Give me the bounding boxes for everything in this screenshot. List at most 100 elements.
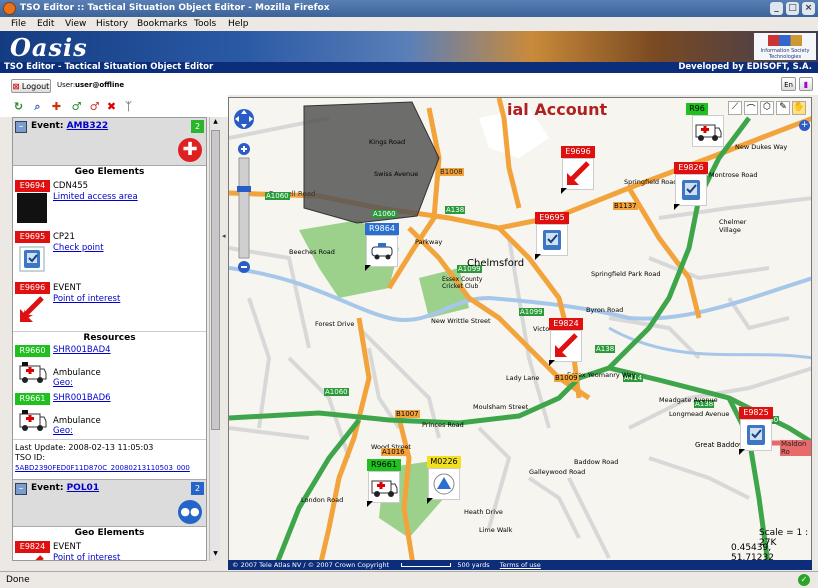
event-count-badge: 2 (191, 120, 204, 133)
map-label: Heath Drive (464, 508, 503, 516)
event-id-link[interactable]: POL01 (67, 483, 100, 493)
geo-name: EVENT (53, 283, 82, 293)
zoom-event-icon[interactable]: ⌕ (31, 100, 44, 113)
geo-element-item: E9696 EVENT Point of interest (13, 280, 206, 331)
red-arrow-icon (562, 158, 594, 190)
layers-plus-icon[interactable]: + (799, 120, 810, 131)
geo-link[interactable]: Point of interest (53, 294, 120, 304)
map-label: London Road (301, 496, 344, 504)
marker-code: E9695 (535, 212, 569, 224)
map-label: New Dukes Way (735, 143, 788, 151)
red-arrow-icon (550, 330, 582, 362)
app-title: TSO Editor - Tactical Situation Object E… (4, 62, 214, 72)
collapse-button[interactable]: – (15, 483, 27, 495)
checkpoint-icon (675, 174, 707, 206)
map-copyright-bar: © 2007 Tele Atlas NV / © 2007 Crown Copy… (228, 560, 812, 570)
map-label: Beeches Road (289, 248, 335, 256)
menu-bookmarks[interactable]: Bookmarks (137, 17, 187, 31)
checkpoint-icon (17, 244, 47, 274)
resources-title: Resources (13, 331, 206, 343)
tactical-map[interactable]: ial Account Roxwell Road A1060 A1060 A13… (228, 97, 812, 570)
collapse-button[interactable]: – (15, 121, 27, 133)
menu-file[interactable]: File (11, 17, 26, 31)
marker-code: R9661 (367, 459, 401, 471)
geo-element-item: E9824 EVENT Point of interest (13, 539, 206, 560)
map-label: Kings Road (369, 138, 406, 146)
scroll-down-icon[interactable]: ▼ (211, 550, 220, 560)
scroll-up-icon[interactable]: ▲ (211, 118, 220, 128)
pan-hand-icon[interactable]: ✋ (792, 101, 806, 115)
status-bar: Done ✓ (0, 571, 818, 588)
geo-code-badge: E9694 (15, 180, 50, 192)
event-label: Event: (31, 121, 64, 131)
geo-name: CP21 (53, 232, 75, 242)
resource-name: Ambulance (53, 368, 101, 378)
draw-line-icon[interactable]: ⌒ (744, 101, 758, 115)
geo-name: EVENT (53, 542, 82, 552)
map-label: Parkway (415, 238, 443, 246)
geo-link[interactable]: Point of interest (53, 553, 120, 560)
copyright-text: © 2007 Tele Atlas NV / © 2007 Crown Copy… (232, 561, 390, 569)
resource-geo-link[interactable]: Geo: (53, 378, 73, 388)
limited-area-icon (17, 193, 47, 223)
event-id-link[interactable]: AMB322 (67, 121, 109, 131)
collapse-panel-icon[interactable]: ◂ (222, 232, 227, 242)
road-badge: A1099 (519, 308, 544, 316)
geo-link[interactable]: Limited access area (53, 192, 138, 202)
minimize-button[interactable]: _ (770, 2, 783, 15)
ambulance-icon (17, 357, 47, 387)
pencil-icon[interactable]: ✎ (776, 101, 790, 115)
menu-history[interactable]: History (96, 17, 128, 31)
window-titlebar: TSO Editor :: Tactical Situation Object … (0, 0, 818, 17)
draw-polygon-icon[interactable]: ⬡ (760, 101, 774, 115)
red-arrow-icon (17, 295, 47, 325)
resource-link[interactable]: SHR001BAD6 (53, 393, 111, 403)
delete-icon[interactable]: ✖ (105, 100, 118, 113)
road-badge: Maldon Ro (780, 440, 811, 456)
road-badge: A138 (445, 206, 466, 214)
measure-icon[interactable]: ⟋ (728, 101, 742, 115)
road-badge: B1007 (395, 410, 420, 418)
resource-link[interactable]: SHR001BAD4 (53, 345, 111, 355)
police-car-icon (366, 235, 398, 267)
menu-view[interactable]: View (65, 17, 86, 31)
add-geo-icon[interactable]: ♂ (70, 100, 83, 113)
scrollbar-thumb[interactable] (211, 130, 220, 430)
help-book-icon[interactable]: ▮ (799, 77, 813, 91)
menu-edit[interactable]: Edit (37, 17, 54, 31)
terms-link[interactable]: Terms of use (500, 561, 541, 569)
menu-tools[interactable]: Tools (194, 17, 216, 31)
geo-element-item: E9694 CDN455 Limited access area (13, 178, 206, 229)
information-society-logo: Information Society Technologies (754, 33, 816, 60)
resource-geo-link[interactable]: Geo: (53, 426, 73, 436)
road-badge: A1060 (372, 210, 397, 218)
geo-link[interactable]: Check point (53, 243, 104, 253)
edit-icon[interactable]: ᛉ (122, 100, 135, 113)
logout-button[interactable]: ⊠ Logout (11, 79, 51, 93)
tso-id-label: TSO ID: (15, 453, 46, 462)
resource-code-badge: R9660 (15, 345, 50, 357)
add-resource-icon[interactable]: ♂ (88, 100, 101, 113)
refresh-icon[interactable]: ↻ (12, 100, 25, 113)
road-badge: A1060 (324, 388, 349, 396)
event-list-panel: – Event: AMB322 2 ✚ Geo Elements E9694 C… (12, 117, 207, 561)
language-button[interactable]: En (781, 77, 796, 91)
zoom-control[interactable] (233, 104, 255, 279)
event-footer: Last Update: 2008-02-13 11:05:03 TSO ID:… (13, 439, 206, 479)
road-badge: A1016 (381, 448, 406, 456)
scale-bar (401, 563, 452, 567)
map-label: Springfield Road (624, 178, 678, 186)
user-label: User: (57, 81, 76, 89)
add-event-icon[interactable]: ✚ (50, 100, 63, 113)
event-header: – Event: POL01 2 ●● (13, 479, 206, 527)
menu-help[interactable]: Help (228, 17, 249, 31)
geo-element-item: E9695 CP21 Check point (13, 229, 206, 280)
event-count-badge: 2 (191, 482, 204, 495)
tso-id-link[interactable]: 5ABD2390FED0F11D870C_20080213110503_000 (15, 463, 204, 473)
panel-scrollbar[interactable]: ▲ ▼ (209, 117, 220, 561)
map-label: Princes Road (422, 421, 464, 429)
maximize-button[interactable]: □ (786, 2, 799, 15)
map-label: Lime Walk (479, 526, 513, 534)
close-button[interactable]: × (802, 2, 815, 15)
app-title-bar: TSO Editor - Tactical Situation Object E… (0, 62, 818, 73)
